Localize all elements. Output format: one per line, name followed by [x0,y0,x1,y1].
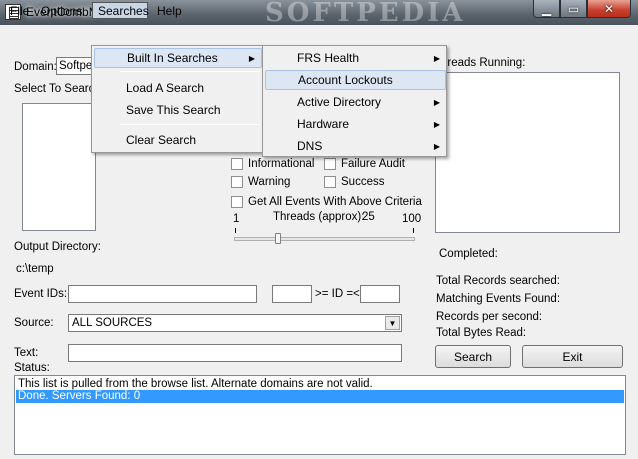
menu-item-load-search[interactable]: Load A Search [94,78,262,98]
menu-item-save-search[interactable]: Save This Search [94,100,262,120]
id-min-input[interactable] [272,285,312,303]
minimize-icon: ▁ [541,1,552,16]
completed-label: Completed: [439,248,498,260]
minimize-button[interactable]: ▁ [533,0,560,18]
menu-separator [120,71,260,72]
total-bytes-label: Total Bytes Read: [436,327,527,339]
status-line-selected[interactable]: Done. Servers Found: 0 [16,390,624,403]
id-range-label: >= ID =< [315,288,360,300]
close-button[interactable]: ✕ [587,0,631,18]
total-records-label: Total Records searched: [436,275,561,287]
success-checkbox[interactable] [324,176,336,188]
text-label: Text: [14,347,39,359]
menu-file[interactable]: File [5,2,34,19]
event-ids-input[interactable] [68,285,257,303]
source-label: Source: [14,317,54,329]
submenu-item-account-lockouts[interactable]: Account Lockouts [265,70,446,90]
select-to-search-label: Select To Searc [14,83,95,95]
menu-bar [0,25,638,45]
built-in-searches-submenu: FRS Health ▶ Account Lockouts Active Dir… [262,45,447,157]
id-max-input[interactable] [360,285,400,303]
threads-min-label: 1 [233,213,240,225]
all-events-checkbox[interactable] [231,196,243,208]
threads-value: 25 [362,211,375,223]
threads-slider-track[interactable] [234,237,415,241]
submenu-item-frs-health[interactable]: FRS Health ▶ [265,48,446,68]
failure-audit-checkbox[interactable] [324,158,336,170]
chevron-right-icon: ▶ [433,119,440,129]
exit-button[interactable]: Exit [522,345,623,368]
menu-item-built-in-searches[interactable]: Built In Searches ▶ [94,48,262,68]
watermark: SOFTPEDIA [265,0,466,28]
submenu-item-hardware[interactable]: Hardware ▶ [265,114,446,134]
domain-label: Domain: [14,61,57,73]
menu-help[interactable]: Help [152,2,187,19]
submenu-item-active-directory[interactable]: Active Directory ▶ [265,92,446,112]
chevron-right-icon: ▶ [248,53,255,63]
menu-item-label: Built In Searches [127,51,218,65]
chevron-right-icon: ▶ [433,97,440,107]
threads-slider-thumb[interactable] [274,233,281,244]
success-label: Success [341,176,385,188]
submenu-item-label: Hardware [297,117,350,131]
status-line[interactable]: This list is pulled from the browse list… [18,378,373,390]
chevron-right-icon: ▶ [433,141,440,151]
submenu-item-label: FRS Health [297,51,360,65]
all-events-label: Get All Events With Above Criteria [248,196,422,208]
submenu-item-dns[interactable]: DNS ▶ [265,136,446,156]
warning-checkbox[interactable] [231,176,243,188]
maximize-icon: ▭ [567,1,580,16]
source-select-value: ALL SOURCES [72,317,153,329]
threads-running-label: hreads Running: [441,57,526,69]
status-label: Status: [14,362,50,374]
failure-audit-label: Failure Audit [341,158,405,170]
search-button[interactable]: Search [435,345,511,368]
informational-checkbox[interactable] [231,158,243,170]
status-list[interactable]: This list is pulled from the browse list… [14,375,626,455]
domain-input[interactable]: Softpe [56,57,96,75]
records-per-second-label: Records per second: [436,311,543,323]
warning-label: Warning [248,176,291,188]
chevron-down-icon[interactable]: ▼ [385,316,400,330]
output-directory-value: c:\temp [16,263,54,275]
submenu-item-label: Active Directory [297,95,382,109]
chevron-right-icon: ▶ [433,53,440,63]
threads-running-list[interactable] [435,72,620,233]
menu-options[interactable]: Options [36,2,87,19]
close-icon: ✕ [603,1,615,16]
threads-max-label: 100 [402,213,422,225]
menu-item-clear-search[interactable]: Clear Search [94,130,262,150]
menu-searches[interactable]: Searches [92,2,149,19]
maximize-button[interactable]: ▭ [560,0,587,18]
output-directory-label: Output Directory: [14,241,101,253]
text-input[interactable] [68,344,402,362]
searches-menu: Built In Searches ▶ Load A Search Save T… [91,45,263,153]
matching-events-label: Matching Events Found: [436,293,561,305]
server-list[interactable] [22,103,96,231]
threads-label: Threads (approx): [273,211,365,223]
informational-label: Informational [248,158,315,170]
menu-separator [120,124,260,125]
slider-tick-min [235,228,236,233]
submenu-item-label: DNS [297,139,323,153]
source-select[interactable]: ALL SOURCES ▼ [68,314,402,332]
slider-tick-max [413,228,414,233]
event-ids-label: Event IDs: [14,288,68,300]
